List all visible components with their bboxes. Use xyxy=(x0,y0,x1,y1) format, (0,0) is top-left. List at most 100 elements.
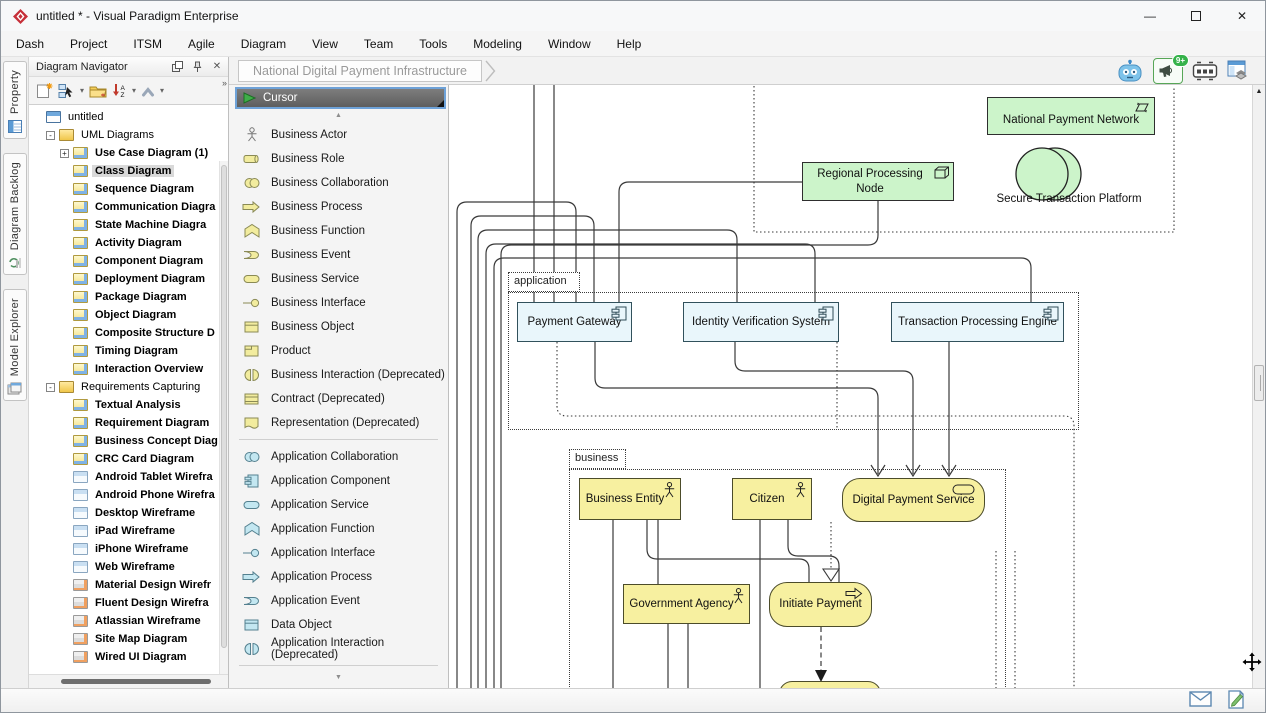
palette-item-representation[interactable]: Representation (Deprecated) xyxy=(229,411,448,435)
tab-diagram-backlog[interactable]: Diagram Backlog xyxy=(3,153,27,275)
tree-item[interactable]: Component Diagram xyxy=(29,252,228,270)
menu-item[interactable]: Agile xyxy=(175,31,228,56)
tree-item[interactable]: Composite Structure D xyxy=(29,324,228,342)
palette-scroll-down-icon[interactable]: ▼ xyxy=(229,671,448,685)
close-button[interactable]: ✕ xyxy=(1219,1,1265,31)
tree-item[interactable]: Business Concept Diag xyxy=(29,432,228,450)
menu-item[interactable]: Tools xyxy=(406,31,460,56)
tree-item[interactable]: Deployment Diagram xyxy=(29,270,228,288)
tree-item[interactable]: Interaction Overview xyxy=(29,360,228,378)
tree-item[interactable]: iPad Wireframe xyxy=(29,522,228,540)
expand-toggle-icon[interactable] xyxy=(60,401,69,410)
node-citizen[interactable]: Citizen xyxy=(732,478,812,520)
canvas-vertical-scrollbar[interactable]: ▲ xyxy=(1252,85,1265,688)
tree-item[interactable]: Timing Diagram xyxy=(29,342,228,360)
palette-item-business-function[interactable]: Business Function xyxy=(229,219,448,243)
tree-item[interactable]: Requirement Diagram xyxy=(29,414,228,432)
palette-item-business-process[interactable]: Business Process xyxy=(229,195,448,219)
expand-toggle-icon[interactable] xyxy=(60,509,69,518)
expand-toggle-icon[interactable] xyxy=(60,257,69,266)
tree-item[interactable]: Android Phone Wirefra xyxy=(29,486,228,504)
expand-toggle-icon[interactable] xyxy=(60,599,69,608)
palette-item-business-actor[interactable]: Business Actor xyxy=(229,123,448,147)
node-initiate-payment[interactable]: Initiate Payment xyxy=(769,582,872,627)
node-national-payment-network[interactable]: National Payment Network xyxy=(987,97,1155,135)
node-payment-gateway[interactable]: Payment Gateway xyxy=(517,302,632,342)
tree-item[interactable]: Material Design Wirefr xyxy=(29,576,228,594)
palette-item-application-component[interactable]: Application Component xyxy=(229,469,448,493)
expand-toggle-icon[interactable] xyxy=(60,473,69,482)
dropdown-caret-icon[interactable]: ▾ xyxy=(159,86,165,95)
menu-item[interactable]: Team xyxy=(351,31,406,56)
palette-item-business-object[interactable]: Business Object xyxy=(229,315,448,339)
breadcrumb[interactable]: National Digital Payment Infrastructure xyxy=(238,60,482,82)
tab-property[interactable]: Property xyxy=(3,61,27,139)
ai-assistant-button[interactable] xyxy=(1116,59,1144,83)
palette-item-application-collaboration[interactable]: Application Collaboration xyxy=(229,445,448,469)
palette-item-application-interface[interactable]: Application Interface xyxy=(229,541,448,565)
palette-item-business-event[interactable]: Business Event xyxy=(229,243,448,267)
palette-scroll-up-icon[interactable]: ▲ xyxy=(229,109,448,123)
expand-toggle-icon[interactable] xyxy=(60,635,69,644)
menu-item[interactable]: Window xyxy=(535,31,604,56)
tree-item[interactable]: Package Diagram xyxy=(29,288,228,306)
menu-item[interactable]: Help xyxy=(604,31,655,56)
expand-toggle-icon[interactable] xyxy=(60,455,69,464)
palette-item-application-event[interactable]: Application Event xyxy=(229,589,448,613)
navigator-vertical-scrollbar[interactable] xyxy=(219,161,228,674)
application-group-label[interactable]: application xyxy=(508,272,580,292)
tree-item[interactable]: Android Tablet Wirefra xyxy=(29,468,228,486)
expand-toggle-icon[interactable] xyxy=(60,347,69,356)
palette-item-contract[interactable]: Contract (Deprecated) xyxy=(229,387,448,411)
expand-toggle-icon[interactable] xyxy=(60,239,69,248)
tree-item[interactable]: Fluent Design Wirefra xyxy=(29,594,228,612)
palette-item-business-interaction[interactable]: Business Interaction (Deprecated) xyxy=(229,363,448,387)
notes-button[interactable] xyxy=(1228,690,1245,713)
sort-button[interactable]: AZ xyxy=(111,80,128,102)
expand-toggle-icon[interactable] xyxy=(60,581,69,590)
node-partial-bottom-shape[interactable] xyxy=(779,681,881,688)
expand-toggle-icon[interactable] xyxy=(60,185,69,194)
expand-toggle-icon[interactable] xyxy=(60,329,69,338)
menu-item[interactable]: Diagram xyxy=(228,31,299,56)
expand-toggle-icon[interactable] xyxy=(60,563,69,572)
tree-item[interactable]: Wired UI Diagram xyxy=(29,648,228,666)
tree-item[interactable]: Communication Diagra xyxy=(29,198,228,216)
expand-toggle-icon[interactable] xyxy=(60,617,69,626)
tree-item[interactable]: iPhone Wireframe xyxy=(29,540,228,558)
tree-item[interactable]: - UML Diagrams xyxy=(29,126,228,144)
whats-new-button[interactable]: 9+ xyxy=(1153,58,1183,84)
scrollbar-thumb[interactable] xyxy=(1254,365,1264,401)
expand-toggle-icon[interactable] xyxy=(60,203,69,212)
expand-toggle-icon[interactable]: - xyxy=(46,131,55,140)
expand-toggle-icon[interactable]: + xyxy=(60,149,69,158)
navigator-horizontal-scrollbar[interactable] xyxy=(29,674,228,688)
storyboard-button[interactable] xyxy=(1192,61,1218,81)
node-transaction-processing-engine[interactable]: Transaction Processing Engine xyxy=(891,302,1064,342)
menu-item[interactable]: Project xyxy=(57,31,120,56)
tree-item[interactable]: Atlassian Wireframe xyxy=(29,612,228,630)
scrollbar-thumb[interactable] xyxy=(221,165,227,648)
maximize-button[interactable] xyxy=(1173,1,1219,31)
menu-item[interactable]: Dash xyxy=(3,31,57,56)
palette-item-application-interaction[interactable]: Application Interaction (Deprecated) xyxy=(229,637,448,661)
palette-item-data-object[interactable]: Data Object xyxy=(229,613,448,637)
expand-toggle-icon[interactable] xyxy=(60,167,69,176)
palette-item-business-service[interactable]: Business Service xyxy=(229,267,448,291)
expand-toggle-icon[interactable] xyxy=(60,527,69,536)
tree-item[interactable]: Desktop Wireframe xyxy=(29,504,228,522)
dropdown-caret-icon[interactable]: ▾ xyxy=(131,86,137,95)
tree-item[interactable]: + Use Case Diagram (1) xyxy=(29,144,228,162)
tree-item[interactable]: Site Map Diagram xyxy=(29,630,228,648)
expand-toggle-icon[interactable] xyxy=(60,365,69,374)
menu-item[interactable]: ITSM xyxy=(120,31,175,56)
float-panel-button[interactable] xyxy=(170,60,184,74)
open-folder-button[interactable] xyxy=(88,80,108,102)
palette-item-application-process[interactable]: Application Process xyxy=(229,565,448,589)
tree-item[interactable]: Sequence Diagram xyxy=(29,180,228,198)
palette-item-business-role[interactable]: Business Role xyxy=(229,147,448,171)
tree-item[interactable]: Object Diagram xyxy=(29,306,228,324)
palette-item-business-collaboration[interactable]: Business Collaboration xyxy=(229,171,448,195)
tree-item[interactable]: Web Wireframe xyxy=(29,558,228,576)
business-group-label[interactable]: business xyxy=(569,449,626,469)
